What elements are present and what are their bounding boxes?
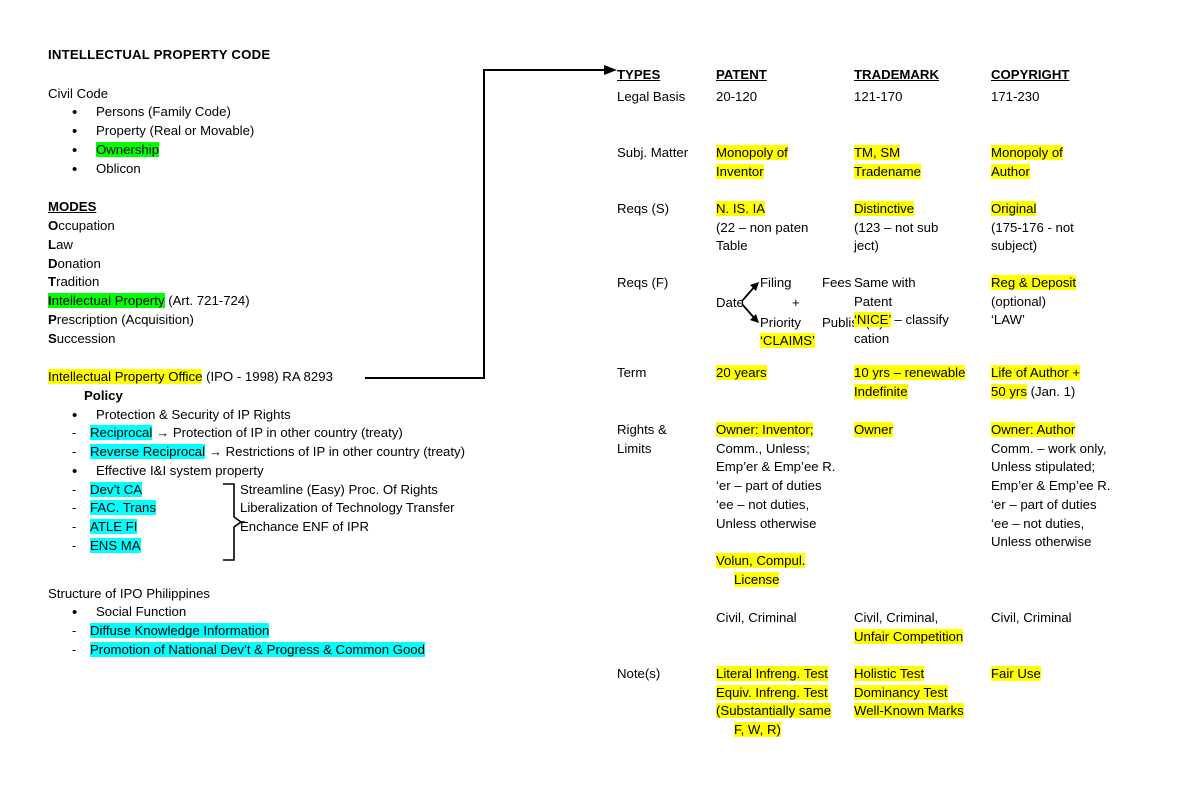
civil-code-item-1: Property (Real or Movable): [96, 123, 255, 139]
table-row: Subj. Matter Monopoly of Inventor TM, SM…: [617, 144, 1177, 200]
brace-item-3: ENS MA: [48, 537, 568, 556]
row-label-term: Term: [617, 365, 647, 380]
row-label-reqs-s: Reqs (S): [617, 201, 670, 216]
cell-copyright-remedies: Civil, Criminal: [991, 610, 1072, 625]
policy-bullet-list-2: Effective I&I system property: [48, 461, 568, 482]
policy-brace-group: Dev’t CA FAC. Trans ATLE FI ENS MA Strea…: [48, 481, 568, 561]
row-label-notes: Note(s): [617, 666, 661, 681]
structure-bullet-1: Social Function: [96, 604, 187, 620]
reqsf-date: Date: [716, 295, 744, 310]
reqsf-priority: Priority: [760, 315, 802, 330]
policy-bullet-1: Protection & Security of IP Rights: [96, 406, 291, 422]
list-item: Protection & Security of IP Rights: [48, 405, 568, 426]
cell-patent-remedies: Civil, Criminal: [716, 610, 797, 625]
connector-arrow-icon: [365, 65, 617, 379]
cell-patent-notes: Literal Infreng. Test Equiv. Infreng. Te…: [716, 666, 832, 738]
row-label-subj-matter: Subj. Matter: [617, 145, 689, 160]
table-row: Note(s) Literal Infreng. Test Equiv. Inf…: [617, 665, 1177, 745]
ipo-section: Intellectual Property Office (IPO - 1998…: [48, 368, 568, 561]
cell-patent-reqs-f: Date Filing Priority Fees + Publish(R) ‘…: [716, 274, 884, 348]
civil-code-item-2: Ownership: [96, 141, 160, 157]
ipo-highlight: Intellectual Property Office: [48, 369, 203, 385]
reqsf-claims: ‘CLAIMS’: [760, 333, 815, 348]
cell-patent-subj-matter: Monopoly of Inventor: [716, 145, 788, 179]
policy-dash-reciprocal: Reciprocal → Protection of IP in other c…: [48, 424, 568, 443]
table-row: Legal Basis 20-120 121-170 171-230: [617, 88, 1177, 144]
table-row: Reqs (F) Date Filing Priority Fees + Pub…: [617, 274, 1177, 364]
cell-patent-legal-basis: 20-120: [716, 89, 758, 104]
brace-rights-list: Streamline (Easy) Proc. Of Rights Libera…: [240, 481, 455, 537]
structure-bullet-list: Social Function: [48, 602, 568, 623]
brace-right-2: Enchance ENF of IPR: [240, 519, 370, 535]
cell-patent-term: 20 years: [716, 365, 767, 380]
reqsf-fees: Fees: [822, 275, 852, 290]
reqsf-filing: Filing: [760, 275, 792, 290]
cell-copyright-reqs-f: Reg & Deposit (optional) ‘LAW’: [991, 275, 1077, 328]
table-header-copyright: COPYRIGHT: [991, 67, 1070, 82]
reqsf-plus: +: [792, 295, 800, 310]
cell-trademark-remedies: Civil, Criminal, Unfair Competition: [854, 610, 964, 644]
cell-trademark-reqs-s: Distinctive (123 – not sub ject): [854, 201, 939, 254]
civil-code-item-0: Persons (Family Code): [96, 104, 231, 120]
ipo-rest: (IPO - 1998) RA 8293: [202, 369, 333, 385]
structure-dash-1: Diffuse Knowledge Information: [48, 622, 568, 641]
policy-bullet-list-1: Protection & Security of IP Rights: [48, 405, 568, 426]
table-row: Term 20 years 10 yrs – renewable Indefin…: [617, 364, 1177, 421]
ip-comparison-table: TYPES PATENT TRADEMARK COPYRIGHT Legal B…: [617, 66, 1177, 745]
cell-trademark-notes: Holistic Test Dominancy Test Well-Known …: [854, 666, 964, 719]
table-row: Rights & Limits Owner: Inventor; Comm., …: [617, 421, 1177, 609]
cell-trademark-rights-limits: Owner: [854, 422, 893, 437]
table-header-trademark: TRADEMARK: [854, 67, 939, 82]
row-label-reqs-f: Reqs (F): [617, 275, 669, 290]
list-item: Effective I&I system property: [48, 461, 568, 482]
table-header-types: TYPES: [617, 67, 661, 82]
cell-copyright-term: Life of Author + 50 yrs (Jan. 1): [991, 365, 1081, 399]
cell-trademark-subj-matter: TM, SM Tradename: [854, 145, 921, 179]
cell-patent-rights-limits: Owner: Inventor; Comm., Unless; Emp’er &…: [716, 422, 836, 588]
cell-copyright-notes: Fair Use: [991, 666, 1041, 681]
structure-dash-2: Promotion of National Dev’t & Progress &…: [48, 641, 568, 660]
cell-trademark-term: 10 yrs – renewable Indefinite: [854, 365, 966, 399]
table-header-patent: PATENT: [716, 67, 767, 82]
row-label-legal-basis: Legal Basis: [617, 89, 686, 104]
brace-right-1: Liberalization of Technology Transfer: [240, 500, 455, 516]
cell-trademark-legal-basis: 121-170: [854, 89, 903, 104]
table-row: Civil, Criminal Civil, Criminal, Unfair …: [617, 609, 1177, 665]
structure-heading: Structure of IPO Philippines: [48, 585, 210, 601]
list-item: Social Function: [48, 602, 568, 623]
policy-bullet-2: Effective I&I system property: [96, 462, 264, 478]
cell-copyright-subj-matter: Monopoly of Author: [991, 145, 1063, 179]
document-page: INTELLECTUAL PROPERTY CODE Civil Code Pe…: [0, 0, 1200, 785]
row-label-rights-limits: Rights & Limits: [617, 422, 667, 456]
cell-copyright-rights-limits: Owner: Author Comm. – work only, Unless …: [991, 422, 1111, 550]
cell-copyright-reqs-s: Original (175-176 - not subject): [991, 201, 1074, 254]
brace-right-0: Streamline (Easy) Proc. Of Rights: [240, 481, 438, 497]
cell-copyright-legal-basis: 171-230: [991, 89, 1040, 104]
cell-trademark-reqs-f: Same with Patent ‘NICE’ – classify catio…: [854, 275, 949, 347]
policy-dash-reverse-reciprocal: Reverse Reciprocal → Restrictions of IP …: [48, 443, 568, 462]
structure-section: Structure of IPO Philippines Social Func…: [48, 585, 568, 660]
table-header-row: TYPES PATENT TRADEMARK COPYRIGHT: [617, 66, 1177, 88]
table-row: Reqs (S) N. IS. IA (22 – non paten Table…: [617, 200, 1177, 274]
civil-code-item-3: Oblicon: [96, 160, 141, 176]
cell-patent-reqs-s: N. IS. IA (22 – non paten Table: [716, 201, 809, 254]
